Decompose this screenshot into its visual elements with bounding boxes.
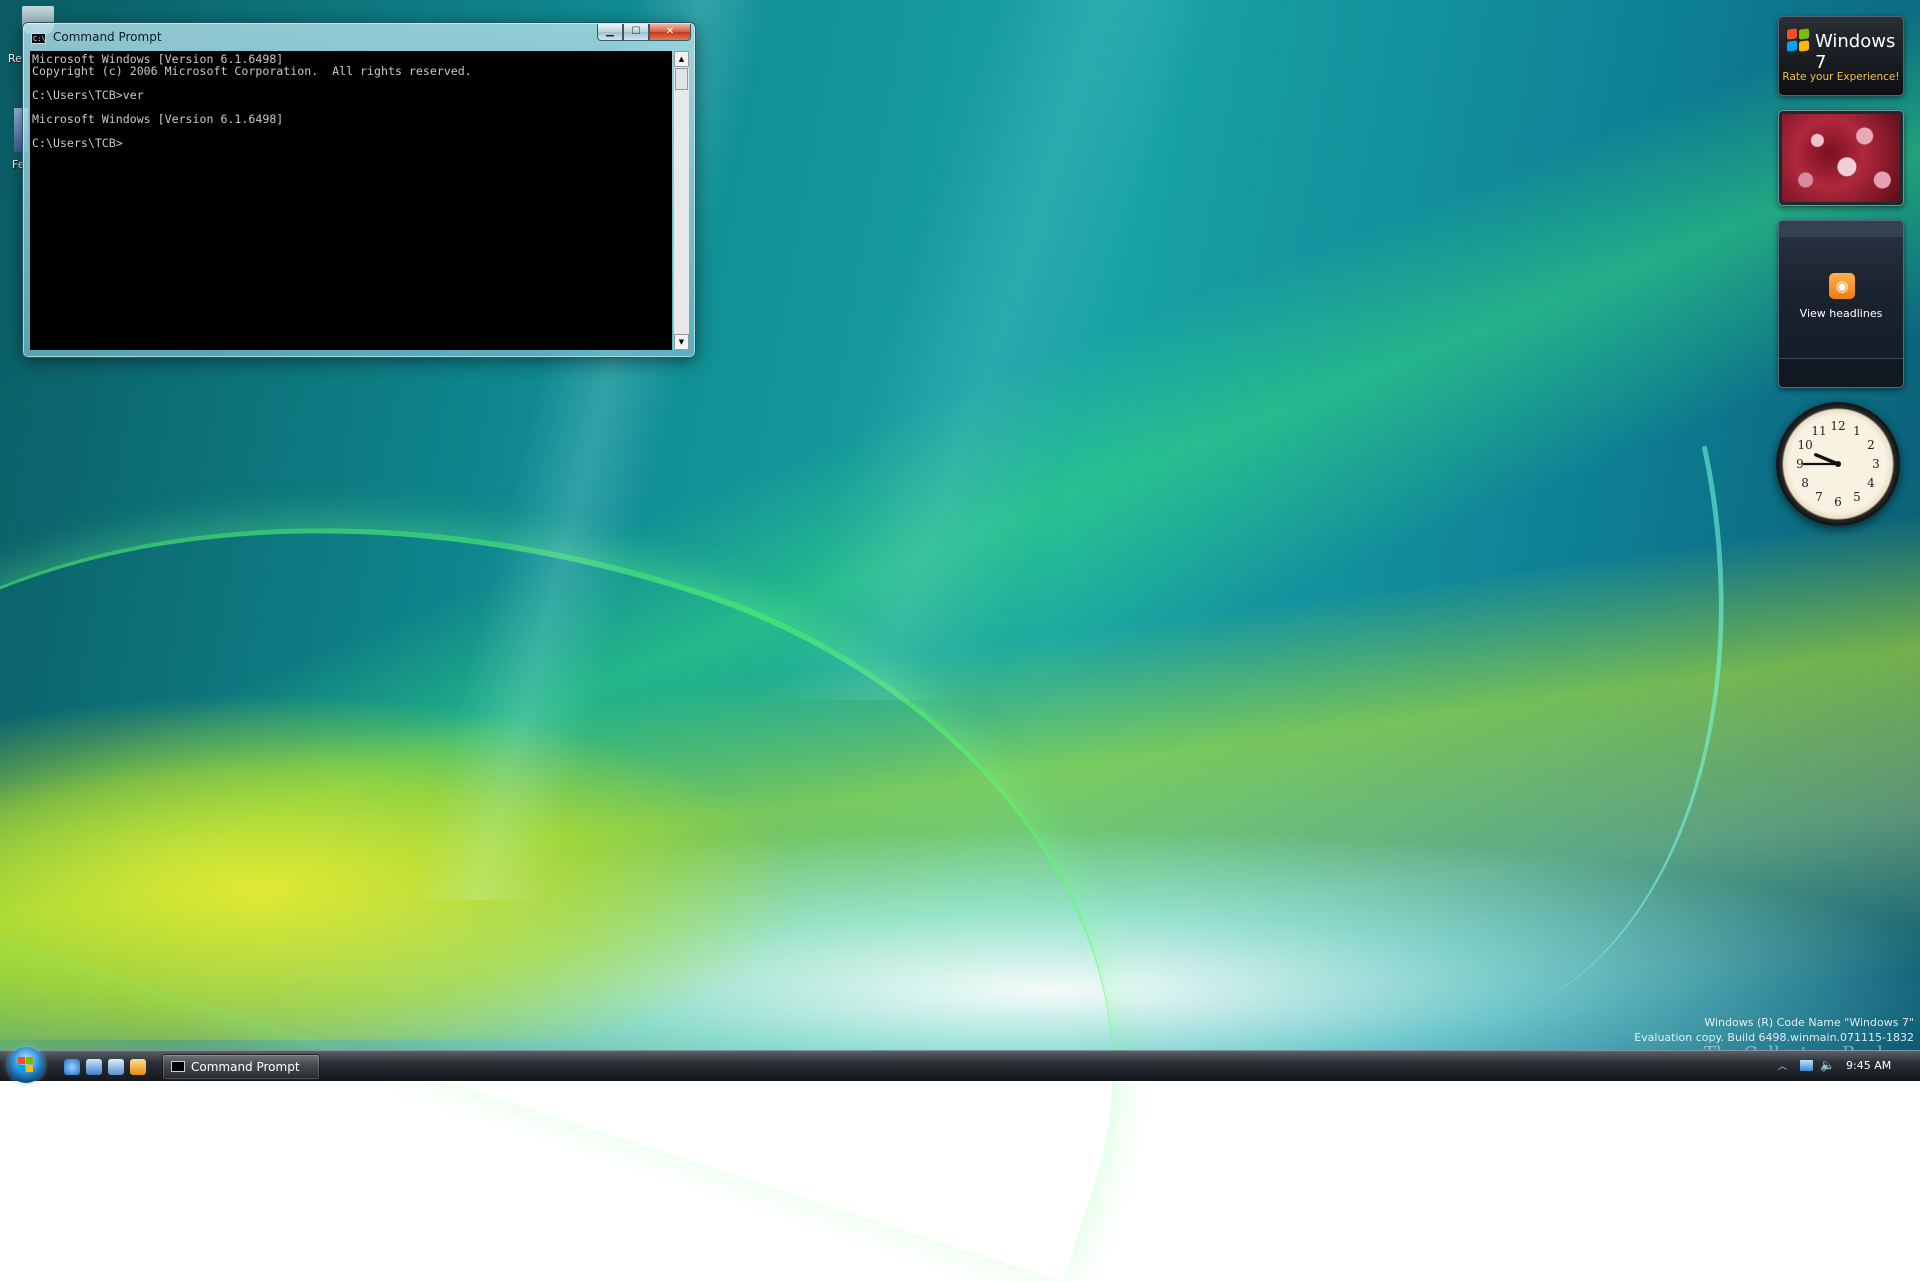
slideshow-gadget[interactable]: [1778, 110, 1904, 206]
show-desktop-icon[interactable]: [86, 1059, 102, 1075]
clock-number: 3: [1872, 457, 1880, 471]
clock-number: 10: [1797, 438, 1812, 452]
gadget-title: Windows 7: [1815, 31, 1896, 73]
minimize-icon: ▁: [606, 26, 614, 37]
rss-icon[interactable]: ◉: [1829, 273, 1855, 299]
clock-number: 4: [1867, 476, 1875, 490]
console-prompt[interactable]: C:\Users\TCB>: [32, 136, 123, 150]
slideshow-photo[interactable]: [1782, 114, 1900, 202]
window-titlebar[interactable]: C:\ Command Prompt ▁ ☐ ✕: [23, 23, 695, 49]
media-player-icon[interactable]: [130, 1059, 146, 1075]
console-line: C:\Users\TCB>ver: [32, 88, 144, 102]
close-icon: ✕: [665, 26, 675, 37]
console-output[interactable]: Microsoft Windows [Version 6.1.6498] Cop…: [30, 51, 672, 350]
cmd-icon: C:\: [31, 33, 46, 44]
clock-number: 5: [1853, 490, 1861, 504]
start-button[interactable]: [8, 1047, 44, 1083]
windows7-gadget[interactable]: Windows 7 Rate your Experience!: [1778, 16, 1904, 96]
clock-gadget[interactable]: 12 1 2 3 4 5 6 7 8 9 10 11: [1776, 402, 1900, 526]
windows-logo-icon: [18, 1057, 34, 1073]
desktop[interactable]: Re Fe C:\ Command Prompt ▁ ☐ ✕ Microsoft…: [0, 0, 1920, 1282]
notification-area[interactable]: ︿ 🔈 9:45 AM: [1770, 1051, 1920, 1081]
scroll-up-button[interactable]: ▲: [674, 51, 689, 67]
view-headlines-link[interactable]: View headlines: [1779, 307, 1903, 320]
clock-number: 2: [1867, 438, 1875, 452]
clock-face: 12 12 3 45678 9 1011: [1796, 419, 1880, 509]
desktop-icon-label[interactable]: Re: [8, 52, 22, 65]
clock-number: 8: [1801, 476, 1809, 490]
clock-hour-hand: [1814, 453, 1840, 466]
taskbar-button-command-prompt[interactable]: Command Prompt: [162, 1054, 320, 1080]
volume-icon[interactable]: 🔈: [1820, 1058, 1835, 1072]
cmd-icon: [171, 1061, 185, 1072]
taskbar[interactable]: Command Prompt ︿ 🔈 9:45 AM: [0, 1047, 1920, 1083]
wallpaper-swoosh-right: [1330, 445, 1815, 1035]
system-clock[interactable]: 9:45 AM: [1846, 1059, 1891, 1072]
console-line: Copyright (c) 2006 Microsoft Corporation…: [32, 64, 472, 78]
network-icon[interactable]: [1800, 1060, 1813, 1071]
scroll-thumb[interactable]: [675, 68, 688, 90]
wallpaper-beam: [766, 0, 1214, 700]
feed-headlines-gadget[interactable]: ◉ View headlines: [1778, 220, 1904, 388]
gadget-header: [1779, 221, 1903, 237]
scroll-down-button[interactable]: ▼: [674, 334, 689, 350]
taskbar-button-label: Command Prompt: [191, 1060, 300, 1074]
windows-logo-icon: [1787, 28, 1811, 53]
clock-number: 9: [1796, 457, 1804, 471]
gadget-footer: [1779, 358, 1903, 387]
command-prompt-window[interactable]: C:\ Command Prompt ▁ ☐ ✕ Microsoft Windo…: [22, 22, 696, 358]
maximize-icon: ☐: [631, 26, 641, 37]
clock-number: 11: [1811, 424, 1826, 438]
clock-number: 6: [1834, 495, 1842, 509]
switch-windows-icon[interactable]: [108, 1059, 124, 1075]
minimize-button[interactable]: ▁: [597, 24, 623, 41]
chevron-up-icon[interactable]: ︿: [1778, 1059, 1787, 1072]
clock-number: 1: [1853, 424, 1861, 438]
rate-experience-link[interactable]: Rate your Experience!: [1779, 71, 1903, 83]
clock-number: 12: [1830, 419, 1845, 433]
console-line: Microsoft Windows [Version 6.1.6498]: [32, 112, 284, 126]
build-watermark-line1: Windows (R) Code Name "Windows 7": [1704, 1016, 1914, 1029]
ie-icon[interactable]: [64, 1059, 80, 1075]
maximize-button[interactable]: ☐: [623, 24, 649, 41]
clock-number: 7: [1815, 490, 1823, 504]
close-button[interactable]: ✕: [649, 24, 691, 41]
clock-center: [1835, 461, 1841, 467]
window-title: Command Prompt: [53, 30, 162, 44]
vertical-scrollbar[interactable]: ▲ ▼: [673, 51, 689, 350]
console-text: Microsoft Windows [Version 6.1.6498] Cop…: [30, 51, 672, 151]
